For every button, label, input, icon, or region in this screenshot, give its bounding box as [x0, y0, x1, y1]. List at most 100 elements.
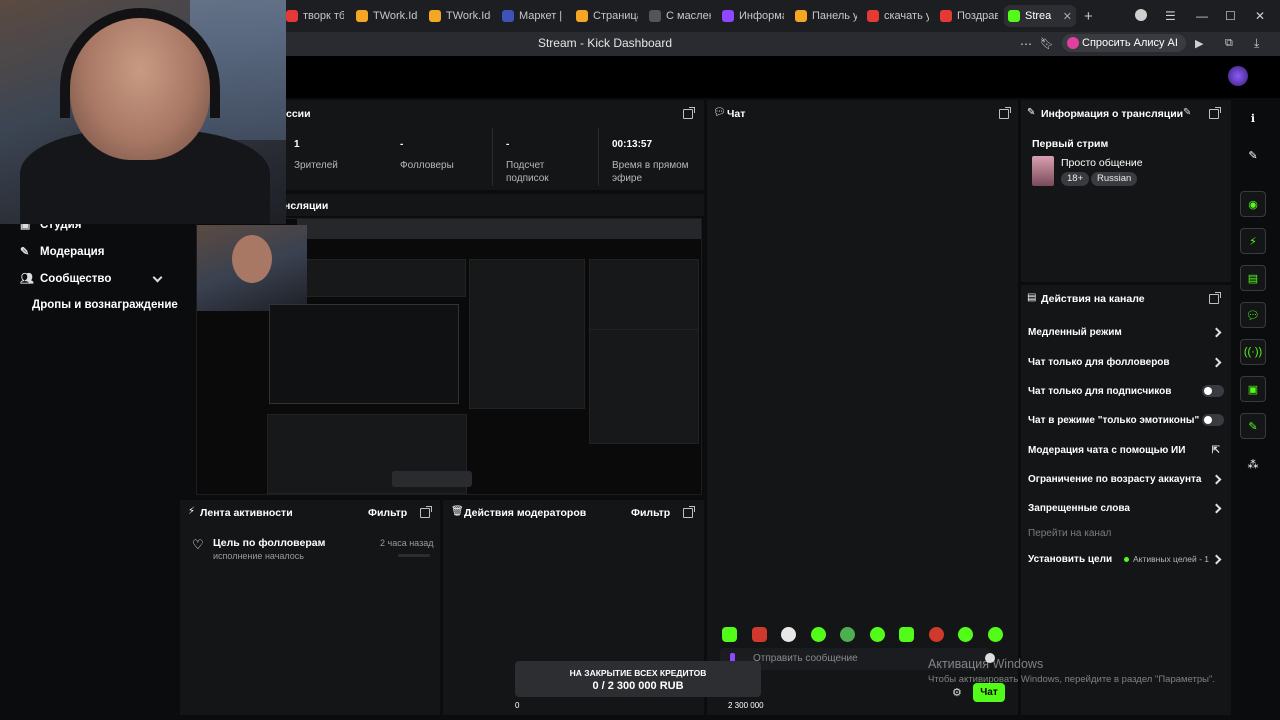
- mod-filter-button[interactable]: Фильтр: [631, 507, 670, 519]
- popout-icon[interactable]: [683, 506, 695, 518]
- subscribers-only-toggle[interactable]: [1202, 385, 1224, 397]
- edit-icon[interactable]: ✎: [1183, 107, 1191, 118]
- subs-value: -: [506, 139, 510, 150]
- minimize-icon[interactable]: —: [1196, 9, 1208, 23]
- settings-gear-icon[interactable]: ⚙: [952, 686, 962, 699]
- browser-tab[interactable]: Панель уп: [791, 5, 857, 27]
- video-icon[interactable]: ▶: [1195, 37, 1203, 50]
- age-restriction-row[interactable]: Ограничение по возрасту аккаунта: [1028, 471, 1224, 487]
- browser-tab[interactable]: Страница: [572, 5, 638, 27]
- broadcast-icon[interactable]: ((·)): [1240, 339, 1266, 365]
- external-link-icon: ⇱: [1211, 444, 1220, 456]
- nav-community[interactable]: 👥︎ Сообщество: [20, 273, 111, 285]
- banned-words-row[interactable]: Запрещенные слова: [1028, 500, 1224, 516]
- emote-icon[interactable]: [781, 627, 796, 642]
- browser-tab-active[interactable]: Strea ✕: [1004, 5, 1076, 27]
- new-tab-icon[interactable]: +: [1080, 5, 1098, 27]
- emote-icon[interactable]: [752, 627, 767, 642]
- browser-tab[interactable]: Информа: [718, 5, 784, 27]
- emote-icon[interactable]: [988, 627, 1003, 642]
- stream-info-panel: ✎ Информация о трансляции ✎ Первый стрим…: [1021, 100, 1231, 282]
- tag-badge: Russian: [1091, 172, 1138, 186]
- ai-moderation-row[interactable]: Модерация чата с помощью ИИ ⇱: [1028, 442, 1224, 458]
- session-panel: ссии 1 Зрителей - Фолловеры - Подсчет по…: [286, 100, 704, 190]
- mod-actions-title: Действия модераторов: [464, 507, 587, 519]
- popout-icon[interactable]: [999, 107, 1011, 119]
- nodes-icon[interactable]: ⁂: [1240, 451, 1266, 477]
- popout-icon[interactable]: [1209, 292, 1221, 304]
- info-pencil-icon: ✎: [1027, 107, 1036, 118]
- goal-max: 2 300 000: [728, 701, 764, 710]
- activity-filter-button[interactable]: Фильтр: [368, 507, 407, 519]
- close-window-icon[interactable]: ✕: [1255, 9, 1265, 23]
- browser-tab[interactable]: TWork.Ide: [352, 5, 418, 27]
- screenshot-icon[interactable]: ⧉: [1225, 37, 1233, 50]
- emote-icon[interactable]: [958, 627, 973, 642]
- chevron-right-icon: [1211, 474, 1222, 484]
- user-avatar[interactable]: [1228, 66, 1248, 86]
- chevron-down-icon[interactable]: [152, 272, 163, 283]
- document-icon[interactable]: ▤: [1240, 265, 1266, 291]
- windows-watermark-title: Активация Windows: [928, 657, 1044, 671]
- activity-item-title: Цель по фолловерам: [213, 537, 326, 549]
- close-tab-icon[interactable]: ✕: [1063, 10, 1072, 23]
- emote-only-toggle[interactable]: [1202, 414, 1224, 426]
- emote-icon[interactable]: [811, 627, 826, 642]
- subs-label: Подсчет подписок: [506, 160, 549, 184]
- alice-button[interactable]: Спросить Алису AI: [1062, 34, 1186, 52]
- category-thumbnail[interactable]: [1032, 156, 1054, 186]
- category-name[interactable]: Просто общение: [1061, 157, 1143, 169]
- emote-icon[interactable]: [840, 627, 855, 642]
- tab-favicon-icon: [356, 10, 368, 22]
- stream-name: Первый стрим: [1032, 138, 1109, 150]
- profile-icon[interactable]: [1135, 9, 1147, 21]
- subscribers-only-row: Чат только для подписчиков: [1028, 383, 1224, 399]
- slow-mode-row[interactable]: Медленный режим: [1028, 324, 1224, 340]
- tab-favicon-icon: [429, 10, 441, 22]
- browser-tab[interactable]: С маслене: [645, 5, 711, 27]
- bolt-icon: ⚡︎: [188, 506, 196, 517]
- download-icon[interactable]: ⤓: [1254, 36, 1259, 51]
- tab-favicon-icon: [286, 10, 298, 22]
- camera-icon[interactable]: ◉: [1240, 191, 1266, 217]
- pencil-icon[interactable]: ✎: [1240, 142, 1266, 168]
- chat-send-button[interactable]: Чат: [973, 683, 1005, 702]
- divider: [492, 128, 493, 186]
- browser-tab[interactable]: творк тба: [282, 5, 344, 27]
- stream-preview[interactable]: [196, 218, 702, 495]
- tool-icon[interactable]: ✎: [1240, 413, 1266, 439]
- tab-favicon-icon: [649, 10, 661, 22]
- kick-favicon-icon: [1008, 10, 1020, 22]
- chat-placeholder: Отправить сообщение: [753, 653, 858, 664]
- popout-icon[interactable]: [683, 107, 695, 119]
- emote-icon[interactable]: [722, 627, 737, 642]
- emote-icon[interactable]: [929, 627, 944, 642]
- go-to-channel-link[interactable]: Перейти на канал: [1028, 528, 1111, 539]
- chat-panel: 💬︎ Чат Отправить сообщение ⚙ Чат: [707, 100, 1018, 715]
- browser-tab[interactable]: TWork.Ide: [425, 5, 491, 27]
- browser-tab[interactable]: скачать ур: [863, 5, 929, 27]
- preview-mini-panel: [301, 259, 466, 297]
- heart-icon: ♡: [192, 537, 204, 552]
- maximize-icon[interactable]: ☐: [1225, 9, 1236, 23]
- more-icon[interactable]: ⋯: [1020, 37, 1032, 51]
- nav-drops[interactable]: Дропы и вознаграждение: [32, 299, 178, 311]
- popout-icon[interactable]: [1209, 107, 1221, 119]
- layout-icon[interactable]: ▣: [1240, 376, 1266, 402]
- followers-only-row[interactable]: Чат только для фолловеров: [1028, 354, 1224, 370]
- activity-title: Лента активности: [200, 507, 293, 519]
- nav-moderation[interactable]: ✎ Модерация: [20, 246, 104, 258]
- popout-icon[interactable]: [420, 506, 432, 518]
- browser-tab[interactable]: Маркет | Y: [498, 5, 564, 27]
- bookmark-icon[interactable]: 🔖︎: [1040, 37, 1054, 50]
- emote-icon[interactable]: [899, 627, 914, 642]
- lightning-icon[interactable]: ⚡︎: [1240, 228, 1266, 254]
- emote-icon[interactable]: [870, 627, 885, 642]
- info-icon[interactable]: ℹ: [1240, 105, 1266, 131]
- browser-tab[interactable]: Поздравл: [936, 5, 998, 27]
- menu-icon[interactable]: ☰: [1165, 9, 1176, 23]
- set-goals-row[interactable]: Установить цели Активных целей - 1: [1028, 551, 1224, 567]
- chat-icon[interactable]: 💬︎: [1240, 302, 1266, 328]
- preview-webcam: [197, 225, 307, 311]
- preview-mini-chrome: [297, 219, 701, 239]
